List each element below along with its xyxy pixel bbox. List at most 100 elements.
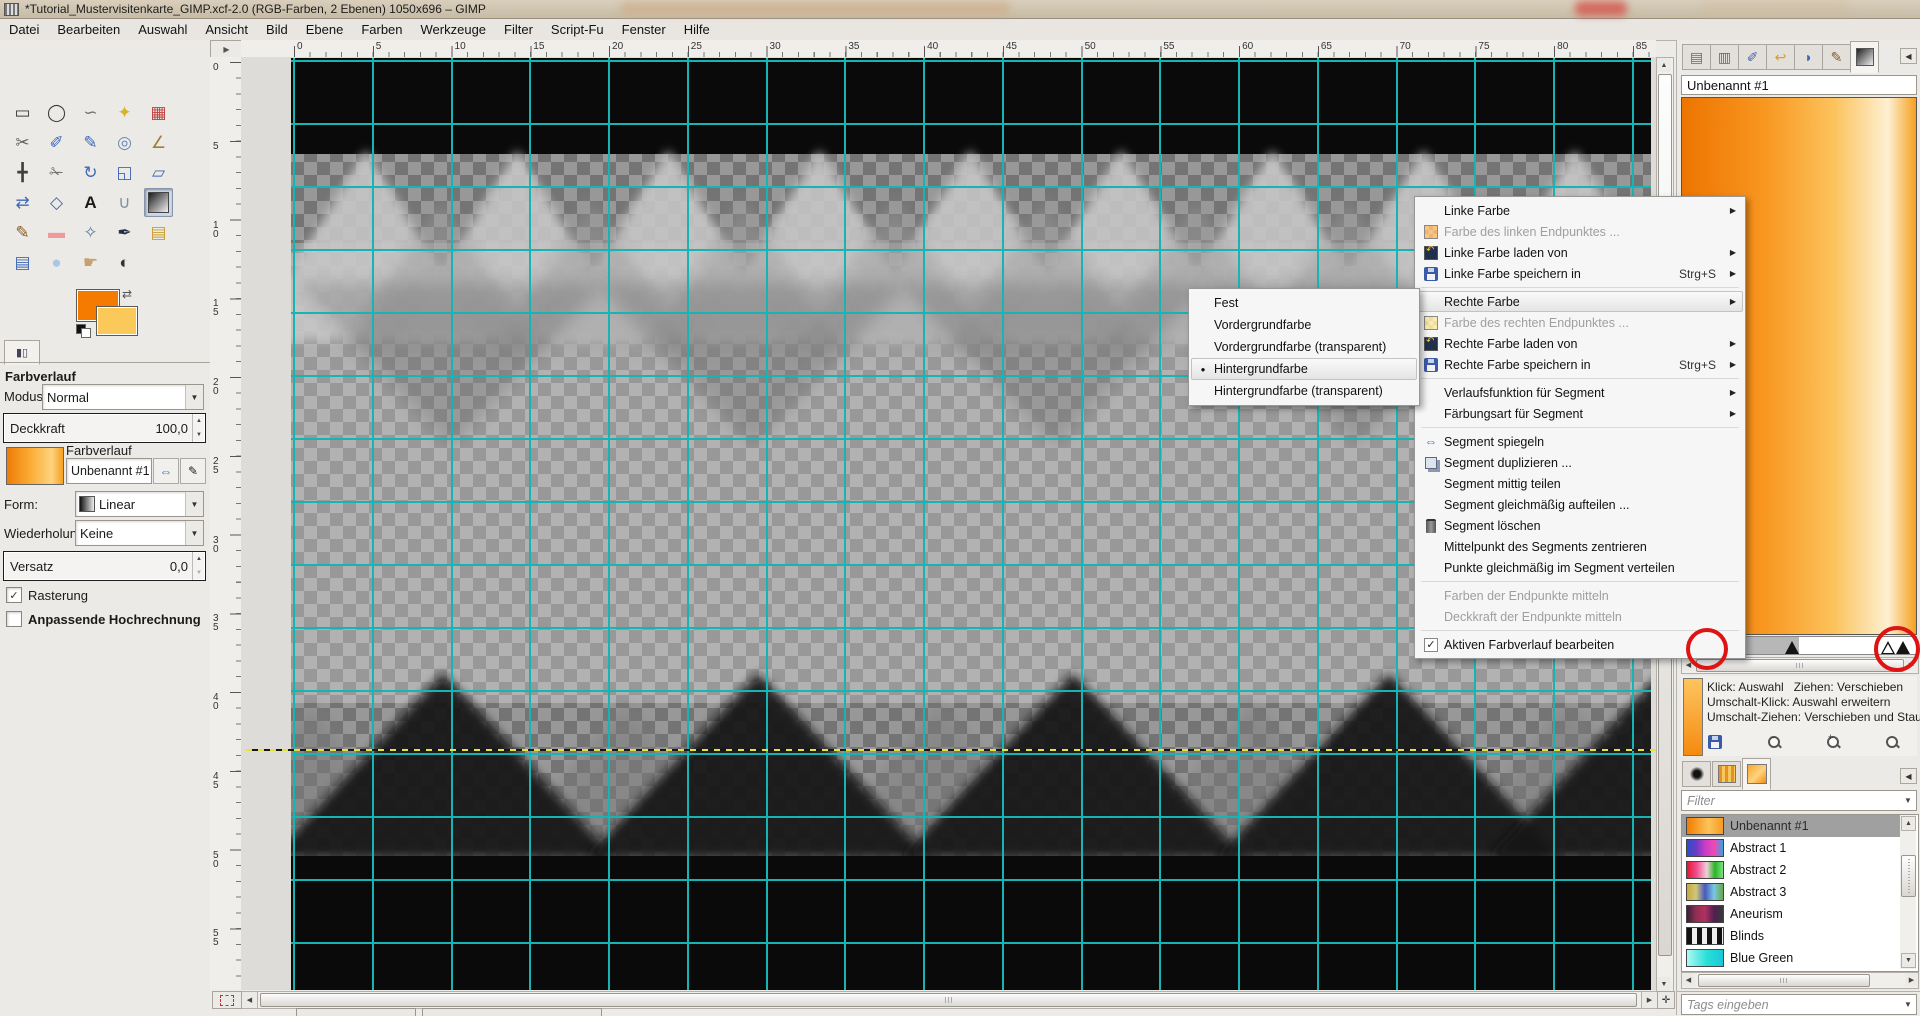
tab-undo-history[interactable]: ↩	[1766, 44, 1795, 70]
zoom-tool[interactable]: ◎	[110, 128, 139, 157]
context-menu-item[interactable]: Färbungsart für Segment▶	[1417, 403, 1743, 424]
menu-fenster[interactable]: Fenster	[613, 20, 675, 39]
h-scroll-left-arrow[interactable]: ◀	[241, 991, 258, 1009]
menu-werkzeuge[interactable]: Werkzeuge	[412, 20, 496, 39]
menu-filter[interactable]: Filter	[495, 20, 542, 39]
perspective-clone-tool[interactable]: ▤	[8, 248, 37, 277]
gradient-list-item[interactable]: Abstract 1	[1682, 837, 1900, 859]
segment-endpoint-handle[interactable]	[1785, 641, 1799, 654]
offset-slider[interactable]: Versatz 0,0 ▲▼	[3, 551, 206, 581]
context-menu-item[interactable]: Linke Farbe speichern inStrg+S▶	[1417, 263, 1743, 284]
context-menu-item[interactable]: Rechte Farbe▶	[1417, 291, 1743, 312]
free-select-tool[interactable]: ∽	[76, 98, 105, 127]
default-colors-icon[interactable]	[76, 324, 90, 337]
tab-brushes-dock[interactable]	[1682, 761, 1711, 787]
paths-tool[interactable]: ✐	[42, 128, 71, 157]
menu-bearbeiten[interactable]: Bearbeiten	[48, 20, 129, 39]
rotate-tool[interactable]: ↻	[76, 158, 105, 187]
scale-tool[interactable]: ◱	[110, 158, 139, 187]
gradient-list-hscrollbar[interactable]: ◀ ▶	[1681, 972, 1919, 989]
lower-dock-collapse-icon[interactable]: ◀	[1900, 768, 1917, 784]
gradient-list-item[interactable]: Blue Green	[1682, 947, 1900, 969]
repeat-select[interactable]: Keine▼	[75, 520, 204, 546]
context-menu-item[interactable]: Farbe des linken Endpunktes ...	[1417, 221, 1743, 242]
menu-ansicht[interactable]: Ansicht	[196, 20, 257, 39]
context-menu-item[interactable]: Rechte Farbe speichern inStrg+S▶	[1417, 354, 1743, 375]
quickmask-toggle[interactable]	[212, 991, 242, 1009]
perspective-tool[interactable]: ◇	[42, 188, 71, 217]
gradient-list-item[interactable]: Aneurism	[1682, 903, 1900, 925]
gradient-name-field[interactable]: Unbenannt #1	[66, 458, 152, 484]
horizontal-ruler[interactable]: 0510152025303540455055606570758085	[241, 40, 1656, 58]
menu-datei[interactable]: Datei	[0, 20, 48, 39]
menu-auswahl[interactable]: Auswahl	[129, 20, 196, 39]
rect-select-tool[interactable]: ▭	[8, 98, 37, 127]
background-color-swatch[interactable]	[96, 306, 138, 336]
context-menu-item[interactable]: Segment mittig teilen	[1417, 473, 1743, 494]
gradient-list-item[interactable]: Blinds	[1682, 925, 1900, 947]
gradient-tool[interactable]	[144, 188, 173, 217]
zoom-out-button[interactable]: −	[1762, 732, 1786, 752]
supersampling-checkbox[interactable]	[6, 611, 22, 627]
context-menu-item[interactable]: Segment gleichmäßig aufteilen ...	[1417, 494, 1743, 515]
tab-brushes[interactable]: ✎	[1822, 44, 1851, 70]
ellipse-select-tool[interactable]: ◯	[42, 98, 71, 127]
swap-colors-icon[interactable]: ⇄	[122, 287, 132, 301]
gradient-preview-button[interactable]	[6, 447, 64, 485]
tab-layers[interactable]: ▤	[1682, 44, 1711, 70]
measure-tool[interactable]: ∠	[144, 128, 173, 157]
tab-channels[interactable]: ▥	[1710, 44, 1739, 70]
gradient-editor-name-field[interactable]: Unbenannt #1	[1681, 75, 1917, 95]
clone-tool[interactable]: ▤	[144, 218, 173, 247]
context-menu-item[interactable]: Linke Farbe laden von▶	[1417, 242, 1743, 263]
context-menu-item[interactable]: Verlaufsfunktion für Segment▶	[1417, 382, 1743, 403]
reverse-gradient-button[interactable]: ⇔	[153, 458, 179, 484]
context-menu-item[interactable]: Mittelpunkt des Segments zentrieren	[1417, 536, 1743, 557]
menu-bild[interactable]: Bild	[257, 20, 297, 39]
offset-spinner[interactable]: ▲▼	[192, 552, 205, 580]
context-menu-item[interactable]: Punkte gleichmäßig im Segment verteilen	[1417, 557, 1743, 578]
blur-tool[interactable]: ●	[42, 248, 71, 277]
gradient-filter-input[interactable]: Filter▼	[1681, 790, 1917, 811]
smudge-tool[interactable]: ☛	[76, 248, 105, 277]
menu-scriptfu[interactable]: Script-Fu	[542, 20, 613, 39]
dodge-burn-tool[interactable]: ◐	[110, 248, 139, 277]
canvas-navigation-button[interactable]: ✛	[1657, 991, 1675, 1009]
tab-patterns-dock[interactable]	[1712, 761, 1741, 787]
scissors-tool[interactable]: ✂	[8, 128, 37, 157]
submenu-item[interactable]: Hintergrundfarbe (transparent)	[1191, 380, 1417, 402]
horizontal-scrollbar[interactable]	[257, 991, 1642, 1009]
color-picker-tool[interactable]: ✎	[76, 128, 105, 157]
bucket-fill-tool[interactable]: ∪	[110, 188, 139, 217]
context-menu-item[interactable]: Deckkraft der Endpunkte mitteln	[1417, 606, 1743, 627]
dock-collapse-icon[interactable]: ◀	[1900, 48, 1917, 64]
tab-gradients-dock[interactable]	[1742, 758, 1771, 790]
menu-farben[interactable]: Farben	[352, 20, 411, 39]
gradient-list-item[interactable]: Abstract 2	[1682, 859, 1900, 881]
gradient-list-vscrollbar[interactable]: ▲ ▼	[1900, 815, 1916, 969]
tags-input[interactable]: Tags eingeben▼	[1681, 994, 1917, 1015]
mode-select[interactable]: Normal▼	[42, 384, 204, 410]
fuzzy-select-tool[interactable]: ✦	[110, 98, 139, 127]
h-scroll-right-arrow[interactable]: ▶	[1641, 991, 1658, 1009]
crop-tool[interactable]: ✁	[42, 158, 71, 187]
save-button[interactable]	[1703, 732, 1727, 752]
context-menu-item[interactable]: Rechte Farbe laden von▶	[1417, 333, 1743, 354]
opacity-spinner[interactable]: ▲▼	[192, 414, 205, 442]
submenu-item[interactable]: Vordergrundfarbe	[1191, 314, 1417, 336]
context-menu-item[interactable]: Linke Farbe▶	[1417, 200, 1743, 221]
paintbrush-tool[interactable]: ✎	[8, 218, 37, 247]
submenu-item[interactable]: ●Hintergrundfarbe	[1191, 358, 1417, 380]
context-menu-item[interactable]: Farben der Endpunkte mitteln	[1417, 585, 1743, 606]
eraser-tool[interactable]: ▬	[42, 218, 71, 247]
context-menu-item[interactable]: Segment duplizieren ...	[1417, 452, 1743, 473]
opacity-slider[interactable]: Deckkraft 100,0 ▲▼	[3, 413, 206, 443]
shape-select[interactable]: Linear▼	[75, 491, 204, 517]
menu-ebene[interactable]: Ebene	[297, 20, 353, 39]
tab-paths[interactable]: ✐	[1738, 44, 1767, 70]
context-menu-item[interactable]: Segment löschen	[1417, 515, 1743, 536]
gradient-list-item[interactable]: Unbenannt #1	[1682, 815, 1900, 837]
vertical-ruler[interactable]: 0510152025303540455055	[210, 57, 242, 990]
zoom-fit-button[interactable]	[1880, 732, 1904, 752]
context-menu-item[interactable]: ⇔Segment spiegeln	[1417, 431, 1743, 452]
